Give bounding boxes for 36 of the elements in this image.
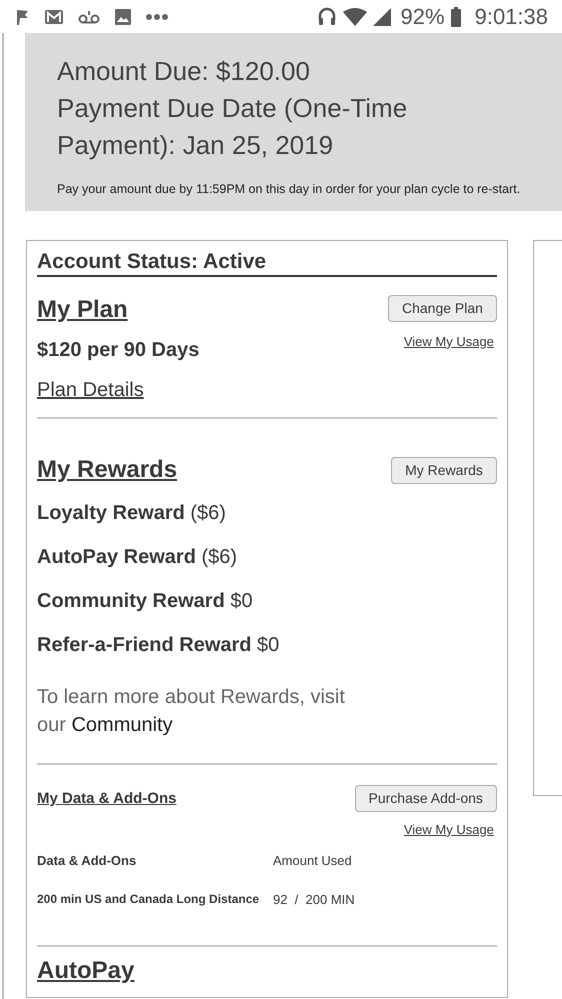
banner-text: Amount Due: $120.00 <box>57 55 311 88</box>
more-icon <box>146 12 170 20</box>
my-rewards-button[interactable]: My Rewards <box>391 456 497 484</box>
column-header: Data & Add-Ons <box>37 852 138 870</box>
voicemail-icon <box>78 8 100 24</box>
reward-item: Community Reward $0 <box>37 588 254 614</box>
section-title: My Data & Add-Ons <box>37 788 176 809</box>
clock: 9:01:38 <box>474 3 548 31</box>
rewards-info: To learn more about Rewards, visit our Community <box>37 684 346 738</box>
reward-item: Loyalty Reward ($6) <box>37 500 227 526</box>
banner-text: Payment Due Date (One-Time Payment): Jan 25, 2019 <box>57 92 408 162</box>
section-title: My Rewards <box>37 454 178 485</box>
battery-icon <box>450 6 461 26</box>
signal-icon <box>372 8 391 26</box>
flag-icon <box>14 8 30 26</box>
mail-icon <box>44 8 64 24</box>
section-title: AutoPay <box>37 957 136 986</box>
reward-item: Refer-a-Friend Reward $0 <box>37 632 280 658</box>
section-title: My Plan <box>37 294 129 325</box>
view-usage-link[interactable]: View My Usage <box>404 820 494 840</box>
battery-percentage: 92% <box>400 3 445 31</box>
purchase-add-ons-button[interactable]: Purchase Add-ons <box>354 784 497 812</box>
plan-details-link[interactable]: Plan Details <box>37 374 200 405</box>
table-cell-text: 200 min US and Canada Long Distance <box>37 890 260 908</box>
account-status: Account Status: Active <box>37 248 497 277</box>
view-usage-link[interactable]: View My Usage <box>404 332 494 352</box>
reward-item: AutoPay Reward ($6) <box>37 544 238 570</box>
community-link[interactable]: Community <box>71 714 173 736</box>
headphones-icon <box>316 6 337 28</box>
wifi-icon <box>342 8 367 26</box>
table-cell-text: 92 / 200 MIN <box>273 890 355 909</box>
change-plan-button[interactable]: Change Plan <box>388 294 497 322</box>
image-icon <box>114 8 132 26</box>
banner-note: Pay your amount due by 11:59PM on this day in order for your plan cycle to re-start. <box>57 181 522 198</box>
plan-price: $120 per 90 Days <box>37 338 200 363</box>
column-header: Amount Used <box>273 852 352 870</box>
